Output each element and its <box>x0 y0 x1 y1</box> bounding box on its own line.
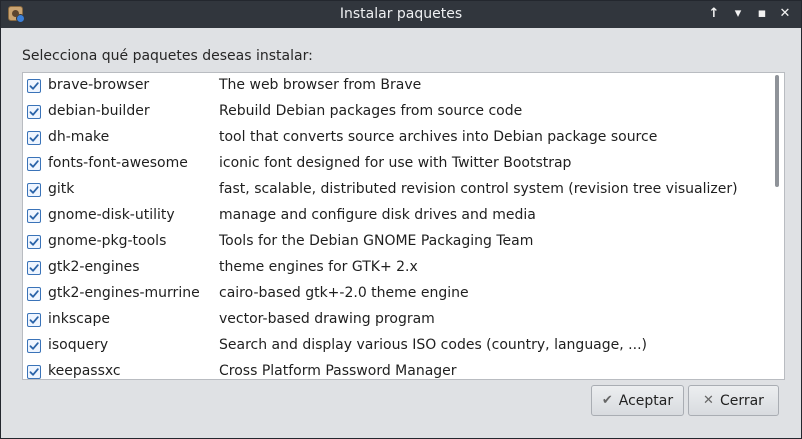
package-name: gtk2-engines <box>48 259 140 275</box>
package-checkbox[interactable] <box>27 287 41 301</box>
list-item[interactable]: keepassxc Cross Platform Password Manager <box>23 359 784 379</box>
window-title: Instalar paquetes <box>339 6 463 22</box>
prompt-label: Selecciona qué paquetes deseas instalar: <box>22 48 313 64</box>
keep-above-icon[interactable]: ↑ <box>705 5 723 23</box>
close-label: Cerrar <box>719 392 764 409</box>
package-name: gtk2-engines-murrine <box>48 285 200 301</box>
package-description: The web browser from Brave <box>219 77 422 93</box>
package-checkbox[interactable] <box>27 365 41 379</box>
package-checkbox[interactable] <box>27 79 41 93</box>
package-description: Search and display various ISO codes (co… <box>219 337 647 353</box>
package-name: dh-make <box>48 129 110 145</box>
package-checkbox[interactable] <box>27 261 41 275</box>
checkmark-icon <box>29 160 39 168</box>
close-button[interactable]: ✕ Cerrar <box>688 385 779 416</box>
package-list[interactable]: brave-browser The web browser from Brave d… <box>22 72 785 380</box>
checkmark-icon <box>29 238 39 246</box>
close-window-icon[interactable]: ✕ <box>776 5 794 23</box>
list-item[interactable]: brave-browser The web browser from Brave <box>23 73 784 99</box>
checkmark-icon <box>29 342 39 350</box>
checkmark-icon <box>29 368 39 376</box>
package-description: iconic font designed for use with Twitte… <box>219 155 572 171</box>
package-name: keepassxc <box>48 363 121 379</box>
package-name: inkscape <box>48 311 110 327</box>
package-description: Rebuild Debian packages from source code <box>219 103 523 119</box>
check-icon: ✔ <box>601 393 613 408</box>
list-item[interactable]: gnome-disk-utility manage and configure d… <box>23 203 784 229</box>
package-checkbox[interactable] <box>27 105 41 119</box>
package-checkbox[interactable] <box>27 235 41 249</box>
package-checkbox[interactable] <box>27 183 41 197</box>
package-checkbox[interactable] <box>27 157 41 171</box>
package-name: isoquery <box>48 337 109 353</box>
checkmark-icon <box>29 316 39 324</box>
checkmark-icon <box>29 212 39 220</box>
list-item[interactable]: gtk2-engines-murrine cairo-based gtk+-2.0… <box>23 281 784 307</box>
scrollbar[interactable] <box>775 73 780 379</box>
list-item[interactable]: debian-builder Rebuild Debian packages fr… <box>23 99 784 125</box>
package-description: Cross Platform Password Manager <box>219 363 457 379</box>
package-checkbox[interactable] <box>27 131 41 145</box>
list-item[interactable]: fonts-font-awesome iconic font designed f… <box>23 151 784 177</box>
checkmark-icon <box>29 290 39 298</box>
package-checkbox[interactable] <box>27 313 41 327</box>
list-item[interactable]: isoquery Search and display various ISO c… <box>23 333 784 359</box>
accept-button[interactable]: ✔ Aceptar <box>591 385 684 416</box>
package-checkbox[interactable] <box>27 209 41 223</box>
package-description: Tools for the Debian GNOME Packaging Tea… <box>219 233 534 249</box>
package-name: gnome-pkg-tools <box>48 233 167 249</box>
package-name: gnome-disk-utility <box>48 207 175 223</box>
package-name: brave-browser <box>48 77 150 93</box>
package-description: tool that converts source archives into … <box>219 129 658 145</box>
package-name: gitk <box>48 181 75 197</box>
list-item[interactable]: dh-make tool that converts source archive… <box>23 125 784 151</box>
list-item[interactable]: gtk2-engines theme engines for GTK+ 2.x <box>23 255 784 281</box>
close-icon: ✕ <box>703 393 714 408</box>
scrollbar-thumb[interactable] <box>775 75 779 187</box>
package-description: vector-based drawing program <box>219 311 435 327</box>
checkmark-icon <box>29 134 39 142</box>
checkmark-icon <box>29 108 39 116</box>
list-item[interactable]: gnome-pkg-tools Tools for the Debian GNOM… <box>23 229 784 255</box>
list-item[interactable]: gitk fast, scalable, distributed revision… <box>23 177 784 203</box>
minimize-icon[interactable]: ▾ <box>729 5 747 23</box>
maximize-icon[interactable]: ▪ <box>753 5 771 23</box>
package-description: cairo-based gtk+-2.0 theme engine <box>219 285 469 301</box>
package-name: fonts-font-awesome <box>48 155 188 171</box>
package-name: debian-builder <box>48 103 150 119</box>
accept-label: Aceptar <box>618 392 674 409</box>
list-item[interactable]: inkscape vector-based drawing program <box>23 307 784 333</box>
checkmark-icon <box>29 186 39 194</box>
install-packages-dialog: Instalar paquetes ↑ ▾ ▪ ✕ Selecciona qué… <box>0 0 802 439</box>
package-description: theme engines for GTK+ 2.x <box>219 259 418 275</box>
title-bar[interactable]: Instalar paquetes ↑ ▾ ▪ ✕ <box>1 1 801 28</box>
checkmark-icon <box>29 82 39 90</box>
package-description: manage and configure disk drives and med… <box>219 207 536 223</box>
checkmark-icon <box>29 264 39 272</box>
package-description: fast, scalable, distributed revision con… <box>219 181 738 197</box>
package-checkbox[interactable] <box>27 339 41 353</box>
